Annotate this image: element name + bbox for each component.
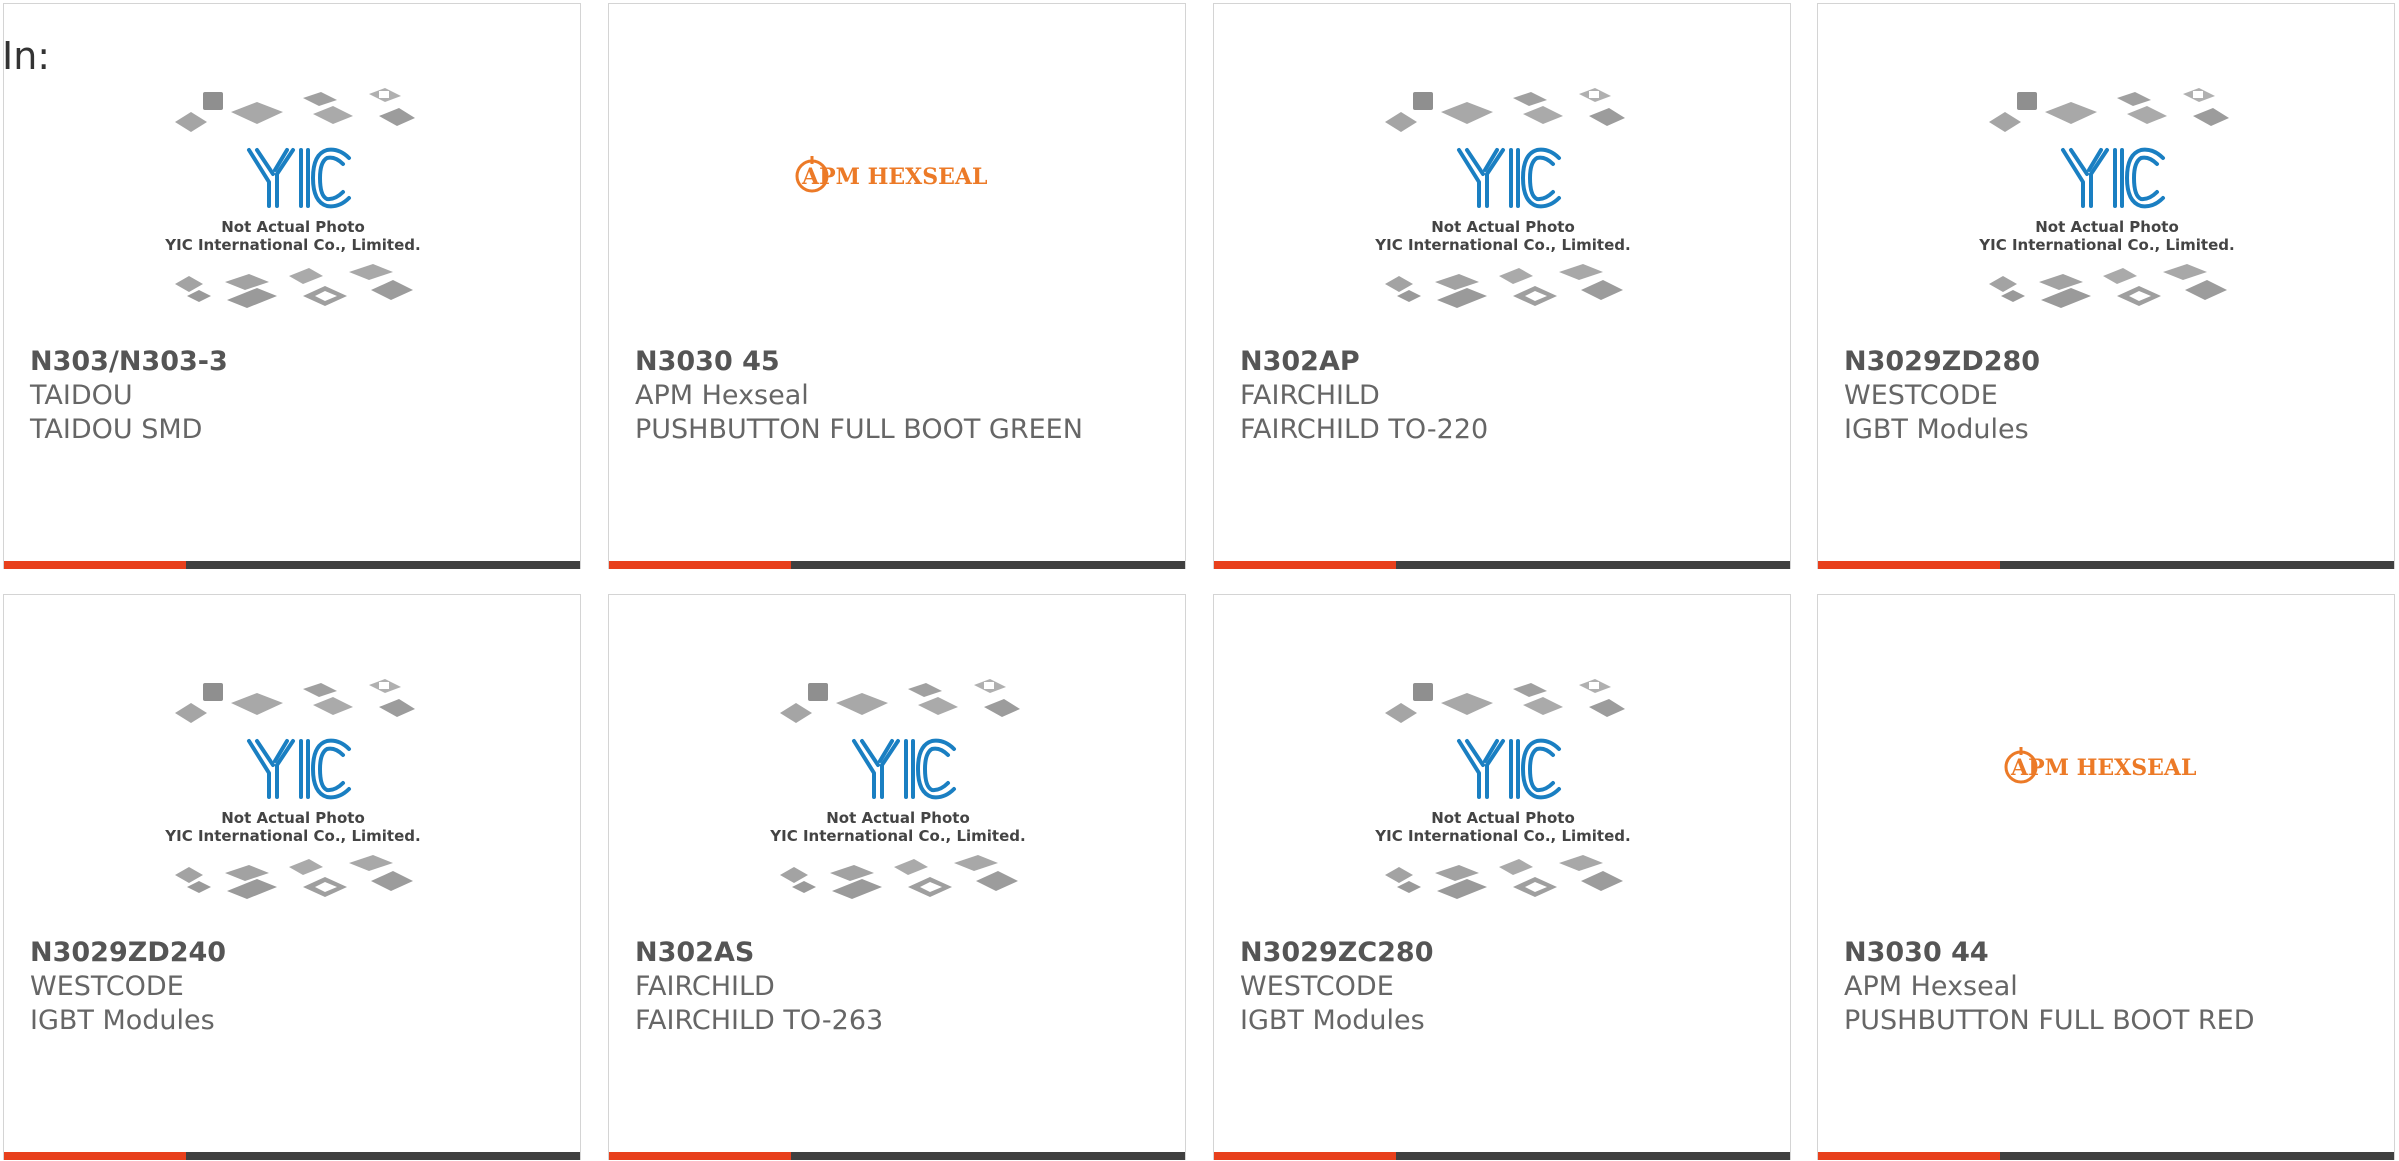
card-accent-bar	[609, 1152, 791, 1160]
description: PUSHBUTTON FULL BOOT GREEN	[635, 414, 1083, 445]
card-accent-bar	[1818, 1152, 2000, 1160]
product-card[interactable]: Not Actual Photo YIC International Co., …	[1213, 594, 1791, 1160]
yic-placeholder-image: Not Actual Photo YIC International Co., …	[1374, 679, 1631, 899]
card-bottom-bar	[1214, 1152, 1790, 1160]
product-info: N3029ZD280 WESTCODE IGBT Modules	[1844, 345, 2384, 447]
description: PUSHBUTTON FULL BOOT RED	[1844, 1005, 2255, 1036]
manufacturer: FAIRCHILD	[635, 971, 775, 1002]
description: FAIRCHILD TO-263	[635, 1005, 884, 1036]
yic-placeholder-image: Not Actual Photo YIC International Co., …	[1978, 88, 2235, 308]
product-card[interactable]: Not Actual Photo YIC International Co., …	[3, 594, 581, 1160]
part-number-link[interactable]: N3030 45	[635, 345, 1175, 379]
part-number-link[interactable]: N3029ZD240	[30, 936, 570, 970]
manufacturer: WESTCODE	[1844, 380, 1998, 411]
placeholder-line1: Not Actual Photo	[1431, 218, 1575, 236]
product-info: N3029ZC280 WESTCODE IGBT Modules	[1240, 936, 1780, 1038]
apm-hexseal-logo: APM HEXSEAL	[609, 154, 1185, 202]
placeholder-line1: Not Actual Photo	[2035, 218, 2179, 236]
product-grid-page: In: Not Actual Photo YIC International C…	[0, 0, 2399, 1161]
product-thumbnail[interactable]: Not Actual Photo YIC International Co., …	[4, 675, 580, 925]
product-card[interactable]: Not Actual Photo YIC International Co., …	[1213, 3, 1791, 569]
product-info: N302AS FAIRCHILD FAIRCHILD TO-263	[635, 936, 1175, 1038]
manufacturer: WESTCODE	[1240, 971, 1394, 1002]
card-bottom-bar	[609, 561, 1185, 569]
placeholder-line1: Not Actual Photo	[826, 809, 970, 827]
product-thumbnail[interactable]: Not Actual Photo YIC International Co., …	[609, 675, 1185, 925]
card-bottom-bar	[1214, 561, 1790, 569]
card-accent-bar	[1818, 561, 2000, 569]
card-bottom-bar	[1818, 1152, 2394, 1160]
card-bottom-bar	[609, 1152, 1185, 1160]
placeholder-line2: YIC International Co., Limited.	[1978, 236, 2234, 254]
apm-hexseal-logo: APM HEXSEAL	[1818, 745, 2394, 793]
card-bottom-bar	[4, 561, 580, 569]
apm-logo-text: APM HEXSEAL	[2010, 755, 2196, 781]
card-accent-bar	[4, 561, 186, 569]
card-bottom-bar	[1818, 561, 2394, 569]
card-accent-bar	[1214, 1152, 1396, 1160]
description: FAIRCHILD TO-220	[1240, 414, 1489, 445]
placeholder-line1: Not Actual Photo	[221, 809, 365, 827]
description: IGBT Modules	[30, 1005, 215, 1036]
placeholder-line2: YIC International Co., Limited.	[164, 236, 420, 254]
manufacturer: APM Hexseal	[635, 380, 809, 411]
product-info: N3029ZD240 WESTCODE IGBT Modules	[30, 936, 570, 1038]
card-accent-bar	[609, 561, 791, 569]
description: IGBT Modules	[1844, 414, 2029, 445]
card-accent-bar	[1214, 561, 1396, 569]
part-number-link[interactable]: N303/N303-3	[30, 345, 570, 379]
product-card[interactable]: APM HEXSEAL N3030 45 APM Hexseal PUSHBUTTON…	[608, 3, 1186, 569]
part-number-link[interactable]: N3029ZC280	[1240, 936, 1780, 970]
product-card[interactable]: Not Actual Photo YIC International Co., …	[608, 594, 1186, 1160]
product-card[interactable]: Not Actual Photo YIC International Co., …	[1817, 3, 2395, 569]
yic-logo	[247, 738, 351, 800]
part-number-link[interactable]: N3029ZD280	[1844, 345, 2384, 379]
yic-logo	[1457, 147, 1561, 209]
product-thumbnail[interactable]: Not Actual Photo YIC International Co., …	[1214, 84, 1790, 334]
description: TAIDOU SMD	[30, 414, 203, 445]
product-info: N303/N303-3 TAIDOU TAIDOU SMD	[30, 345, 570, 447]
product-info: N302AP FAIRCHILD FAIRCHILD TO-220	[1240, 345, 1780, 447]
card-bottom-bar	[4, 1152, 580, 1160]
placeholder-line2: YIC International Co., Limited.	[1374, 827, 1630, 845]
yic-placeholder-image: Not Actual Photo YIC International Co., …	[769, 679, 1026, 899]
manufacturer: WESTCODE	[30, 971, 184, 1002]
placeholder-line1: Not Actual Photo	[221, 218, 365, 236]
description: IGBT Modules	[1240, 1005, 1425, 1036]
apm-logo-text: APM HEXSEAL	[801, 164, 987, 190]
card-accent-bar	[4, 1152, 186, 1160]
part-number-link[interactable]: N302AP	[1240, 345, 1780, 379]
manufacturer: APM Hexseal	[1844, 971, 2018, 1002]
product-card[interactable]: APM HEXSEAL N3030 44 APM Hexseal PUSHBUTTON…	[1817, 594, 2395, 1160]
yic-logo	[852, 738, 956, 800]
yic-logo	[2061, 147, 2165, 209]
manufacturer: TAIDOU	[30, 380, 133, 411]
product-thumbnail[interactable]: Not Actual Photo YIC International Co., …	[1214, 675, 1790, 925]
product-thumbnail[interactable]: Not Actual Photo YIC International Co., …	[1818, 84, 2394, 334]
product-thumbnail[interactable]: APM HEXSEAL	[1818, 675, 2394, 925]
product-card[interactable]: Not Actual Photo YIC International Co., …	[3, 3, 581, 569]
placeholder-line2: YIC International Co., Limited.	[1374, 236, 1630, 254]
product-thumbnail[interactable]: APM HEXSEAL	[609, 84, 1185, 334]
yic-logo	[247, 147, 351, 209]
yic-placeholder-image: Not Actual Photo YIC International Co., …	[164, 679, 421, 899]
part-number-link[interactable]: N3030 44	[1844, 936, 2384, 970]
part-number-link[interactable]: N302AS	[635, 936, 1175, 970]
placeholder-line2: YIC International Co., Limited.	[769, 827, 1025, 845]
manufacturer: FAIRCHILD	[1240, 380, 1380, 411]
in-label: In:	[2, 34, 51, 78]
yic-logo	[1457, 738, 1561, 800]
product-thumbnail[interactable]: Not Actual Photo YIC International Co., …	[4, 84, 580, 334]
yic-placeholder-image: Not Actual Photo YIC International Co., …	[1374, 88, 1631, 308]
placeholder-line1: Not Actual Photo	[1431, 809, 1575, 827]
product-info: N3030 45 APM Hexseal PUSHBUTTON FULL BOOT …	[635, 345, 1175, 447]
yic-placeholder-image: Not Actual Photo YIC International Co., …	[164, 88, 421, 308]
placeholder-line2: YIC International Co., Limited.	[164, 827, 420, 845]
product-info: N3030 44 APM Hexseal PUSHBUTTON FULL BOOT …	[1844, 936, 2384, 1038]
